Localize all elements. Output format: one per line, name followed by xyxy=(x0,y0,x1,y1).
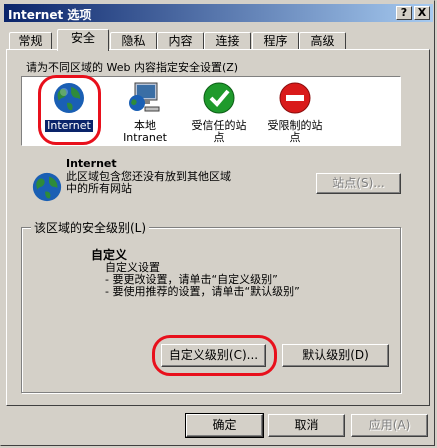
default-level-button[interactable]: 默认级别(D) xyxy=(282,344,389,367)
zones-prompt: 请为不同区域的 Web 内容指定安全设置(Z) xyxy=(26,61,239,74)
restricted-minus-icon xyxy=(279,82,311,114)
group-label: 该区域的安全级别(L) xyxy=(31,219,150,236)
tab-privacy[interactable]: 隐私 xyxy=(110,32,157,50)
tab-strip: 常规 安全 隐私 内容 连接 程序 高级 xyxy=(6,29,430,51)
trusted-check-icon xyxy=(203,82,235,114)
tab-content[interactable]: 内容 xyxy=(157,32,204,50)
highlight-circle xyxy=(152,335,277,376)
tab-general[interactable]: 常规 xyxy=(9,32,52,50)
apply-button[interactable]: 应用(A) xyxy=(351,414,428,437)
tab-connections[interactable]: 连接 xyxy=(204,32,251,50)
title-bar[interactable]: Internet 选项 ? X xyxy=(4,4,433,22)
zone-label: 本地 Intranet xyxy=(123,119,167,144)
cancel-button[interactable]: 取消 xyxy=(268,414,345,437)
zone-name: Internet xyxy=(66,157,117,170)
tab-advanced[interactable]: 高级 xyxy=(299,32,346,50)
close-button[interactable]: X xyxy=(414,6,430,20)
ok-button[interactable]: 确定 xyxy=(185,413,264,438)
zone-restricted-sites[interactable]: 受限制的站 点 xyxy=(250,81,340,144)
zone-description: 此区域包含您还没有放到其他区域 中的所有网站 xyxy=(66,170,231,195)
window-title: Internet 选项 xyxy=(8,8,92,22)
help-button[interactable]: ? xyxy=(396,6,412,20)
tab-programs[interactable]: 程序 xyxy=(252,32,299,50)
zone-label: 受限制的站 点 xyxy=(267,119,323,144)
globe-icon xyxy=(32,172,62,202)
sites-button[interactable]: 站点(S)... xyxy=(316,173,401,194)
tab-security[interactable]: 安全 xyxy=(57,29,109,51)
highlight-circle xyxy=(38,75,101,145)
level-line-3: - 要使用推荐的设置，请单击“默认级别” xyxy=(105,285,300,298)
zone-label: 受信任的站 点 xyxy=(191,119,247,144)
intranet-monitor-icon xyxy=(129,82,160,112)
